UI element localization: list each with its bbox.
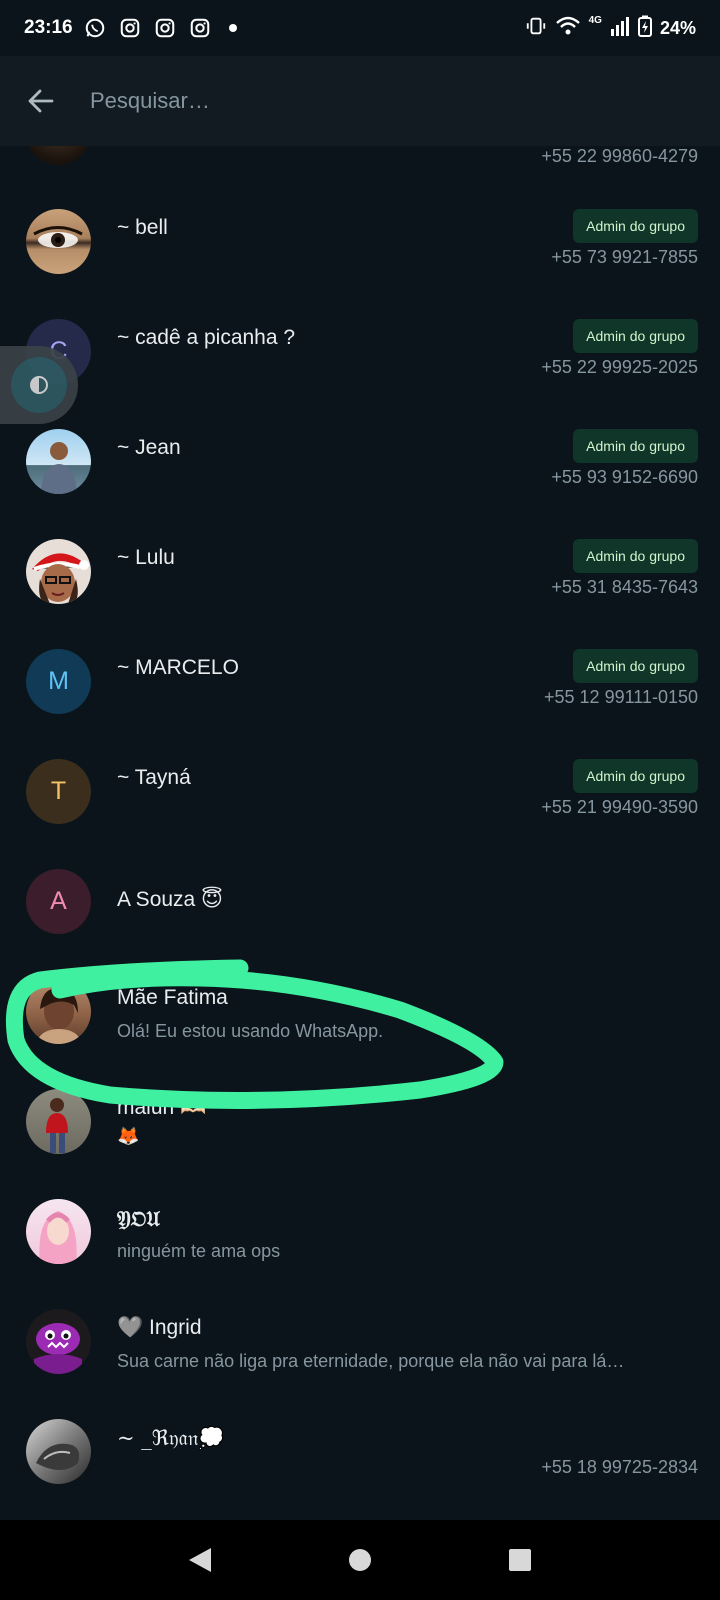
participant-phone: +55 22 99925-2025 xyxy=(541,357,698,377)
network-type: 4G xyxy=(588,14,602,26)
instagram-icon xyxy=(118,16,142,40)
participant-row[interactable]: ~ bell Admin do grupo +55 73 9921-7855 xyxy=(0,196,720,306)
admin-badge: Admin do grupo xyxy=(573,319,698,353)
avatar-letter: T xyxy=(26,759,91,824)
home-circle-icon[interactable] xyxy=(336,1536,384,1584)
participant-name: Mãe Fatima xyxy=(117,986,228,1009)
admin-badge: Admin do grupo xyxy=(573,429,698,463)
status-bar: 23:16 4G 24% xyxy=(0,0,720,56)
participant-name: 𝔜𝔒𝔘 xyxy=(117,1206,160,1231)
avatar xyxy=(26,209,91,274)
back-arrow-icon[interactable] xyxy=(24,85,56,117)
avatar xyxy=(26,1089,91,1154)
participant-list: +55 22 99860-4279 ~ bell Admin do grupo … xyxy=(0,146,720,1520)
search-input[interactable] xyxy=(90,88,650,114)
participant-row[interactable]: 🩶 Ingrid Sua carne não liga pra eternida… xyxy=(0,1296,720,1406)
contrast-icon xyxy=(11,357,67,413)
admin-badge: Admin do grupo xyxy=(573,649,698,683)
participant-name: ~ MARCELO xyxy=(117,656,239,679)
participant-name: ~ cadê a picanha ? xyxy=(117,326,296,349)
whatsapp-icon xyxy=(83,16,107,40)
participant-status: ninguém te ama ops xyxy=(117,1241,281,1261)
participant-row[interactable]: Mãe Fatima Olá! Eu estou usando WhatsApp… xyxy=(0,966,720,1076)
admin-badge: Admin do grupo xyxy=(573,209,698,243)
participant-phone: +55 21 99490-3590 xyxy=(541,797,698,817)
participant-row[interactable]: ~ _ℜ𝔶𝔞𝔫💭 +55 18 99725-2834 xyxy=(0,1406,720,1516)
participant-phone: +55 73 9921-7855 xyxy=(551,247,698,267)
avatar xyxy=(26,1309,91,1374)
vibrate-icon xyxy=(525,15,547,42)
participant-row[interactable]: ~ Lulu Admin do grupo +55 31 8435-7643 xyxy=(0,526,720,636)
back-triangle-icon[interactable] xyxy=(176,1536,224,1584)
participant-name: maluh 🫶🏻 xyxy=(117,1096,207,1119)
participant-status: Sua carne não liga pra eternidade, porqu… xyxy=(117,1351,625,1371)
participant-name: ~ Tayná xyxy=(117,766,191,789)
avatar xyxy=(26,429,91,494)
participant-status: 🦊 xyxy=(117,1126,140,1146)
avatar xyxy=(26,979,91,1044)
instagram-icon xyxy=(188,16,212,40)
participant-name: ~ Jean xyxy=(117,436,181,459)
battery-percentage: 24% xyxy=(659,17,696,38)
participant-name: ~ _ℜ𝔶𝔞𝔫💭 xyxy=(117,1426,225,1450)
participant-name: ~ bell xyxy=(117,216,168,239)
participant-row[interactable]: maluh 🫶🏻 🦊 xyxy=(0,1076,720,1186)
participant-phone: +55 18 99725-2834 xyxy=(541,1457,698,1477)
recents-square-icon[interactable] xyxy=(496,1536,544,1584)
notification-dot-icon xyxy=(228,24,237,32)
avatar-letter: A xyxy=(26,869,91,934)
navigation-bar xyxy=(0,1520,720,1600)
participant-row[interactable]: M ~ MARCELO Admin do grupo +55 12 99111-… xyxy=(0,636,720,746)
instagram-icon xyxy=(153,16,177,40)
participant-phone: +55 93 9152-6690 xyxy=(551,467,698,487)
battery-icon xyxy=(637,15,652,42)
avatar xyxy=(26,1419,91,1484)
floating-accessibility-button[interactable] xyxy=(0,346,78,424)
participant-row[interactable]: C ~ cadê a picanha ? Admin do grupo +55 … xyxy=(0,306,720,416)
participant-row[interactable]: +55 22 99860-4279 xyxy=(0,146,720,188)
participant-phone: +55 22 99860-4279 xyxy=(541,146,698,166)
participant-name: 🩶 Ingrid xyxy=(117,1316,202,1339)
participant-row[interactable]: T ~ Tayná Admin do grupo +55 21 99490-35… xyxy=(0,746,720,856)
admin-badge: Admin do grupo xyxy=(573,759,698,793)
status-time: 23:16 xyxy=(24,17,73,38)
avatar-letter: M xyxy=(26,649,91,714)
participant-status: Olá! Eu estou usando WhatsApp. xyxy=(117,1021,384,1041)
participant-phone: +55 12 99111-0150 xyxy=(544,687,698,707)
admin-badge: Admin do grupo xyxy=(573,539,698,573)
participant-row[interactable]: A A Souza 😇 xyxy=(0,856,720,966)
participant-phone: +55 31 8435-7643 xyxy=(551,577,698,597)
avatar xyxy=(26,146,91,165)
avatar xyxy=(26,1199,91,1264)
wifi-icon xyxy=(555,15,581,42)
signal-icon xyxy=(610,15,630,42)
status-right-group: 4G 24% xyxy=(525,15,696,42)
avatar xyxy=(26,539,91,604)
search-bar xyxy=(0,56,720,146)
participant-name: ~ Lulu xyxy=(117,546,175,569)
participant-name: A Souza 😇 xyxy=(117,888,223,911)
participant-row[interactable]: ~ Jean Admin do grupo +55 93 9152-6690 xyxy=(0,416,720,526)
participant-row[interactable]: 𝔜𝔒𝔘 ninguém te ama ops xyxy=(0,1186,720,1296)
